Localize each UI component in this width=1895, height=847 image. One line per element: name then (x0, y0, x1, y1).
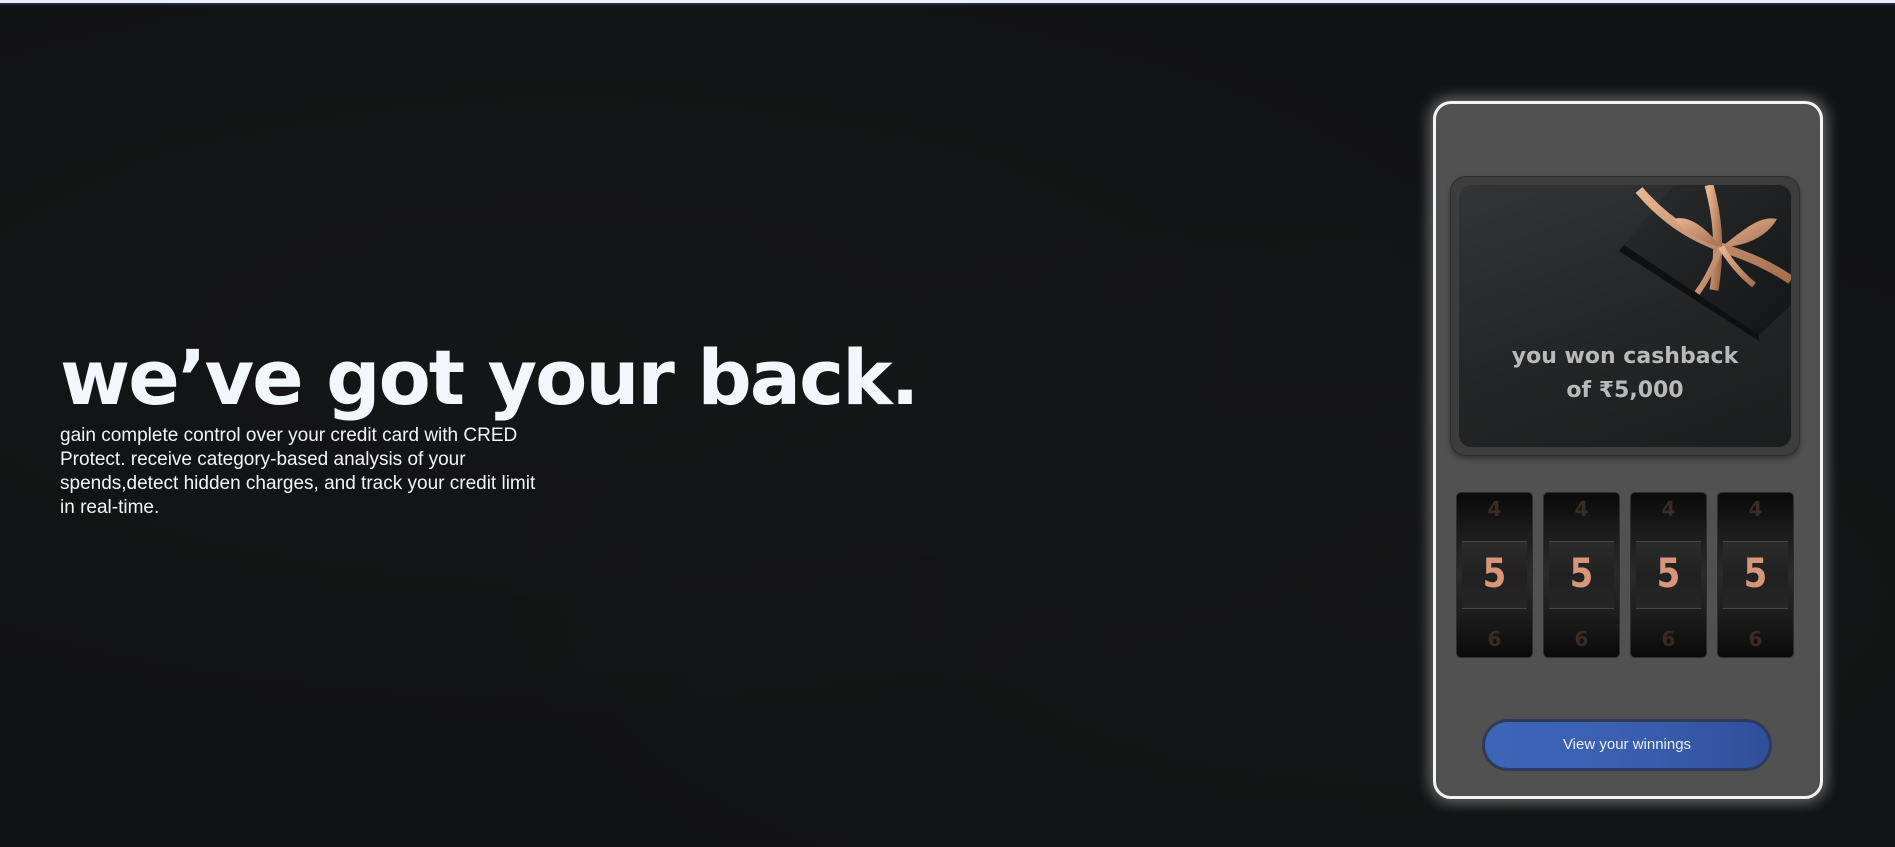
reward-line-2: of ₹5,000 (1566, 378, 1684, 403)
reel-digit-current: 5 (1482, 551, 1507, 597)
view-winnings-button[interactable]: View your winnings (1482, 719, 1772, 771)
reel-digit-below: 6 (1487, 627, 1502, 651)
gift-box-image: you won cashback of ₹5,000 (1459, 185, 1791, 447)
reward-line-1: you won cashback (1511, 344, 1739, 369)
slot-reel: 4 5 6 (1456, 492, 1533, 658)
reel-digit-above: 4 (1748, 497, 1763, 521)
reward-message: you won cashback of ₹5,000 (1459, 340, 1791, 408)
reel-digit-above: 4 (1487, 497, 1502, 521)
slot-reel: 4 5 6 (1630, 492, 1707, 658)
reel-digit-current: 5 (1743, 551, 1768, 597)
reel-digit-current: 5 (1569, 551, 1594, 597)
hero-headline: we’ve got your back. (60, 333, 920, 422)
reel-digit-below: 6 (1661, 627, 1676, 651)
slot-reels: 4 5 6 4 5 6 4 5 6 4 5 6 (1456, 492, 1796, 658)
reel-digit-below: 6 (1574, 627, 1589, 651)
phone-mockup: you won cashback of ₹5,000 4 5 6 4 5 6 4… (1433, 101, 1823, 799)
slot-reel: 4 5 6 (1543, 492, 1620, 658)
reel-digit-current: 5 (1656, 551, 1681, 597)
reward-card: you won cashback of ₹5,000 (1450, 176, 1800, 456)
hero-description: gain complete control over your credit c… (60, 425, 536, 518)
hero-section: we’ve got your back. gain complete contr… (60, 340, 960, 520)
slot-reel: 4 5 6 (1717, 492, 1794, 658)
reel-digit-above: 4 (1661, 497, 1676, 521)
reel-digit-above: 4 (1574, 497, 1589, 521)
reel-digit-below: 6 (1748, 627, 1763, 651)
